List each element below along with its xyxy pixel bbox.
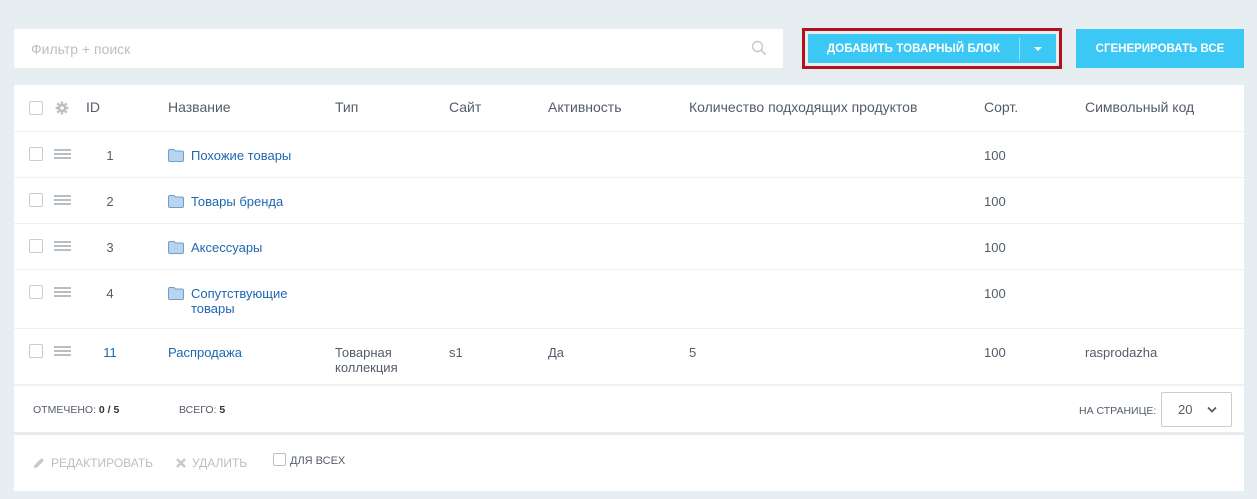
row-name-text[interactable]: Аксессуары xyxy=(191,240,262,255)
table-row[interactable]: 11 Распродажа Товарная коллекция s1 Да 5 … xyxy=(14,329,1244,385)
row-sort: 100 xyxy=(984,286,1006,301)
folder-icon xyxy=(168,287,184,300)
row-checkbox[interactable] xyxy=(29,285,43,299)
row-id: 1 xyxy=(106,148,114,163)
row-name-text[interactable]: Похожие товары xyxy=(191,148,291,163)
close-icon xyxy=(176,458,186,468)
row-checkbox[interactable] xyxy=(29,193,43,207)
edit-button[interactable]: РЕДАКТИРОВАТЬ xyxy=(32,456,153,470)
row-sort: 100 xyxy=(984,194,1006,209)
row-type-line-2: коллекция xyxy=(335,360,398,375)
search-box xyxy=(14,29,783,68)
folder-icon xyxy=(168,195,184,208)
data-grid: ID Название Тип Сайт Активность Количест… xyxy=(14,85,1244,432)
row-name[interactable]: Сопутствующие товары xyxy=(168,286,287,316)
drag-handle-icon[interactable] xyxy=(54,346,71,357)
checked-value: 0 / 5 xyxy=(98,404,120,416)
row-sort: 100 xyxy=(984,148,1006,163)
action-panel: РЕДАКТИРОВАТЬ УДАЛИТЬ ДЛЯ ВСЕХ xyxy=(14,434,1244,491)
for-all-toggle[interactable]: ДЛЯ ВСЕХ xyxy=(273,452,346,467)
add-button-highlight: ДОБАВИТЬ ТОВАРНЫЙ БЛОК xyxy=(802,28,1062,69)
search-input[interactable] xyxy=(14,29,744,68)
column-header-active[interactable]: Активность xyxy=(548,100,622,115)
row-id-link[interactable]: 11 xyxy=(92,345,128,360)
row-id: 2 xyxy=(106,194,114,209)
caret-down-icon xyxy=(1034,46,1042,51)
pencil-icon xyxy=(34,458,44,468)
folder-icon xyxy=(168,149,184,162)
edit-label: РЕДАКТИРОВАТЬ xyxy=(51,456,154,470)
column-header-type[interactable]: Тип xyxy=(335,100,358,115)
row-checkbox[interactable] xyxy=(29,344,43,358)
per-page-label: НА СТРАНИЦЕ: xyxy=(1079,405,1157,417)
table-row[interactable]: 2 Товары бренда 100 xyxy=(14,178,1244,224)
for-all-label: ДЛЯ ВСЕХ xyxy=(290,455,346,467)
drag-handle-icon[interactable] xyxy=(54,149,71,160)
delete-label: УДАЛИТЬ xyxy=(192,456,248,470)
grid-footer: ОТМЕЧЕНО: 0 / 5 ВСЕГО: 5 НА СТРАНИЦЕ: 20 xyxy=(14,385,1244,432)
drag-handle-icon[interactable] xyxy=(54,287,71,298)
row-name-link[interactable]: Распродажа xyxy=(168,345,242,360)
row-code: rasprodazha xyxy=(1085,345,1158,360)
search-icon[interactable] xyxy=(751,40,767,56)
row-checkbox[interactable] xyxy=(29,239,43,253)
folder-icon xyxy=(168,241,184,254)
row-count: 5 xyxy=(689,345,697,360)
column-header-id[interactable]: ID xyxy=(86,100,100,115)
total-counter: ВСЕГО: 5 xyxy=(179,403,225,418)
row-site: s1 xyxy=(449,345,463,360)
row-active: Да xyxy=(548,345,565,360)
drag-handle-icon[interactable] xyxy=(54,241,71,252)
delete-button[interactable]: УДАЛИТЬ xyxy=(175,456,247,470)
column-header-code[interactable]: Символьный код xyxy=(1085,100,1194,115)
chevron-down-icon xyxy=(1207,406,1217,413)
row-name[interactable]: Товары бренда xyxy=(168,194,283,209)
column-header-site[interactable]: Сайт xyxy=(449,100,481,115)
row-type-line-1: Товарная xyxy=(335,345,392,360)
row-sort: 100 xyxy=(984,240,1006,255)
row-sort: 100 xyxy=(984,345,1006,360)
checked-counter: ОТМЕЧЕНО: 0 / 5 xyxy=(33,403,119,418)
row-type: Товарная коллекция xyxy=(335,345,398,375)
row-checkbox[interactable] xyxy=(29,147,43,161)
for-all-checkbox[interactable] xyxy=(273,452,286,466)
column-header-sort[interactable]: Сорт. xyxy=(984,100,1018,115)
row-name-text[interactable]: Сопутствующие товары xyxy=(191,286,287,316)
per-page-select[interactable]: 20 xyxy=(1161,392,1232,427)
column-header-name[interactable]: Название xyxy=(168,100,231,115)
total-value: 5 xyxy=(219,404,226,416)
add-product-block-button[interactable]: ДОБАВИТЬ ТОВАРНЫЙ БЛОК xyxy=(808,34,1056,63)
table-row[interactable]: 1 Похожие товары 100 xyxy=(14,132,1244,178)
row-name-line-1[interactable]: Сопутствующие xyxy=(191,286,287,301)
gear-icon[interactable] xyxy=(55,101,69,115)
column-header-count[interactable]: Количество подходящих продуктов xyxy=(689,100,917,115)
add-button-label: ДОБАВИТЬ ТОВАРНЫЙ БЛОК xyxy=(827,42,1000,55)
row-name-line-2[interactable]: товары xyxy=(191,301,235,316)
grid-header: ID Название Тип Сайт Активность Количест… xyxy=(14,85,1244,132)
table-row[interactable]: 4 Сопутствующие товары 100 xyxy=(14,270,1244,329)
generate-all-button[interactable]: СГЕНЕРИРОВАТЬ ВСЕ xyxy=(1076,29,1244,68)
row-name-text[interactable]: Товары бренда xyxy=(191,194,283,209)
table-row[interactable]: 3 Аксессуары 100 xyxy=(14,224,1244,270)
row-name[interactable]: Аксессуары xyxy=(168,240,262,255)
row-id: 4 xyxy=(106,286,114,301)
add-button-dropdown[interactable] xyxy=(1020,46,1056,51)
drag-handle-icon[interactable] xyxy=(54,195,71,206)
row-name[interactable]: Похожие товары xyxy=(168,148,291,163)
row-id: 3 xyxy=(106,240,114,255)
select-all-checkbox[interactable] xyxy=(29,101,43,115)
per-page-value: 20 xyxy=(1178,402,1193,417)
checked-label: ОТМЕЧЕНО: xyxy=(33,404,96,416)
total-label: ВСЕГО: xyxy=(179,404,217,416)
